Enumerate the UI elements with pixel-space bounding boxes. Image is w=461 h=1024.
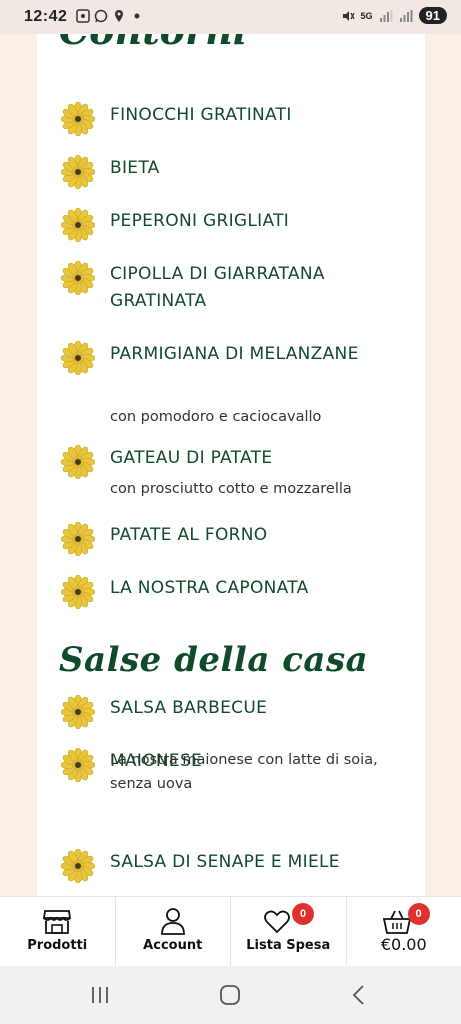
screenshot-icon [76, 9, 90, 23]
system-nav-bar [0, 966, 461, 1024]
menu-item-name: PATATE AL FORNO [110, 525, 268, 545]
sunflower-bullet-icon [60, 521, 96, 557]
status-bar: 12:42 5G 91 [0, 0, 461, 34]
sunflower-bullet-icon [60, 747, 96, 783]
menu-item-name: BIETA [110, 158, 160, 178]
menu-item-name: GATEAU DI PATATE [110, 448, 273, 468]
section-heading-contorni: Contorni [59, 34, 247, 53]
user-icon [160, 908, 185, 935]
sunflower-bullet-icon [60, 101, 96, 137]
sunflower-bullet-icon [60, 260, 96, 296]
nav-lista-spesa[interactable]: 0 Lista Spesa [231, 897, 347, 967]
signal-icon-2 [399, 9, 413, 22]
whatsapp-icon [94, 9, 108, 23]
location-icon [115, 10, 123, 22]
cart-badge: 0 [407, 903, 430, 925]
status-right: 5G 91 [341, 7, 447, 24]
menu-item-name: FINOCCHI GRATINATI [110, 105, 292, 125]
sunflower-bullet-icon [60, 694, 96, 730]
menu-item-name: SALSA DI SENAPE E MIELE [110, 852, 340, 872]
menu-card: Contorni FINOCCHI GRATINATI BIETA PEPERONI… [37, 34, 425, 896]
nav-lista-spesa-label: Lista Spesa [246, 938, 331, 953]
nav-cart[interactable]: 0 €0.00 [347, 897, 461, 967]
battery-indicator: 91 [418, 7, 447, 24]
sunflower-bullet-icon [60, 444, 96, 480]
menu-item-name: LA NOSTRA CAPONATA [110, 578, 309, 598]
nav-prodotti-label: Prodotti [27, 938, 88, 953]
status-time: 12:42 [24, 8, 68, 25]
home-button[interactable] [218, 983, 242, 1007]
store-icon [43, 910, 72, 934]
menu-item-name: PARMIGIANA DI MELANZANE [110, 344, 359, 364]
nav-account[interactable]: Account [116, 897, 231, 967]
sunflower-bullet-icon [60, 340, 96, 376]
sunflower-bullet-icon [60, 848, 96, 884]
dot-icon [134, 13, 140, 19]
sunflower-bullet-icon [60, 207, 96, 243]
network-type: 5G [360, 10, 373, 21]
heart-icon [263, 910, 290, 934]
signal-icon [379, 9, 393, 22]
sunflower-bullet-icon [60, 154, 96, 190]
sunflower-bullet-icon [60, 574, 96, 610]
menu-item-description: con prosciutto cotto e mozzarella [110, 481, 352, 497]
nav-prodotti[interactable]: Prodotti [0, 897, 116, 967]
section-heading-salse: Salse della casa [59, 640, 369, 680]
bottom-nav: Prodotti Account 0 Lista Spesa 0 €0.00 [0, 896, 461, 967]
menu-item-name: SALSA BARBECUE [110, 698, 268, 718]
back-button[interactable] [348, 983, 372, 1007]
menu-item-name: CIPOLLA DI GIARRATANA GRATINATA [110, 264, 325, 311]
cart-total: €0.00 [380, 935, 427, 954]
menu-item-name: PEPERONI GRIGLIATI [110, 211, 290, 231]
menu-item-description: La nostra maionese con latte di soia, se… [110, 752, 378, 792]
menu-item-description: con pomodoro e caciocavallo [110, 409, 322, 425]
nav-account-label: Account [143, 938, 203, 953]
notification-icons [76, 9, 144, 23]
mute-icon [342, 10, 355, 21]
recent-apps-button[interactable] [88, 983, 112, 1007]
lista-spesa-badge: 0 [292, 903, 314, 925]
